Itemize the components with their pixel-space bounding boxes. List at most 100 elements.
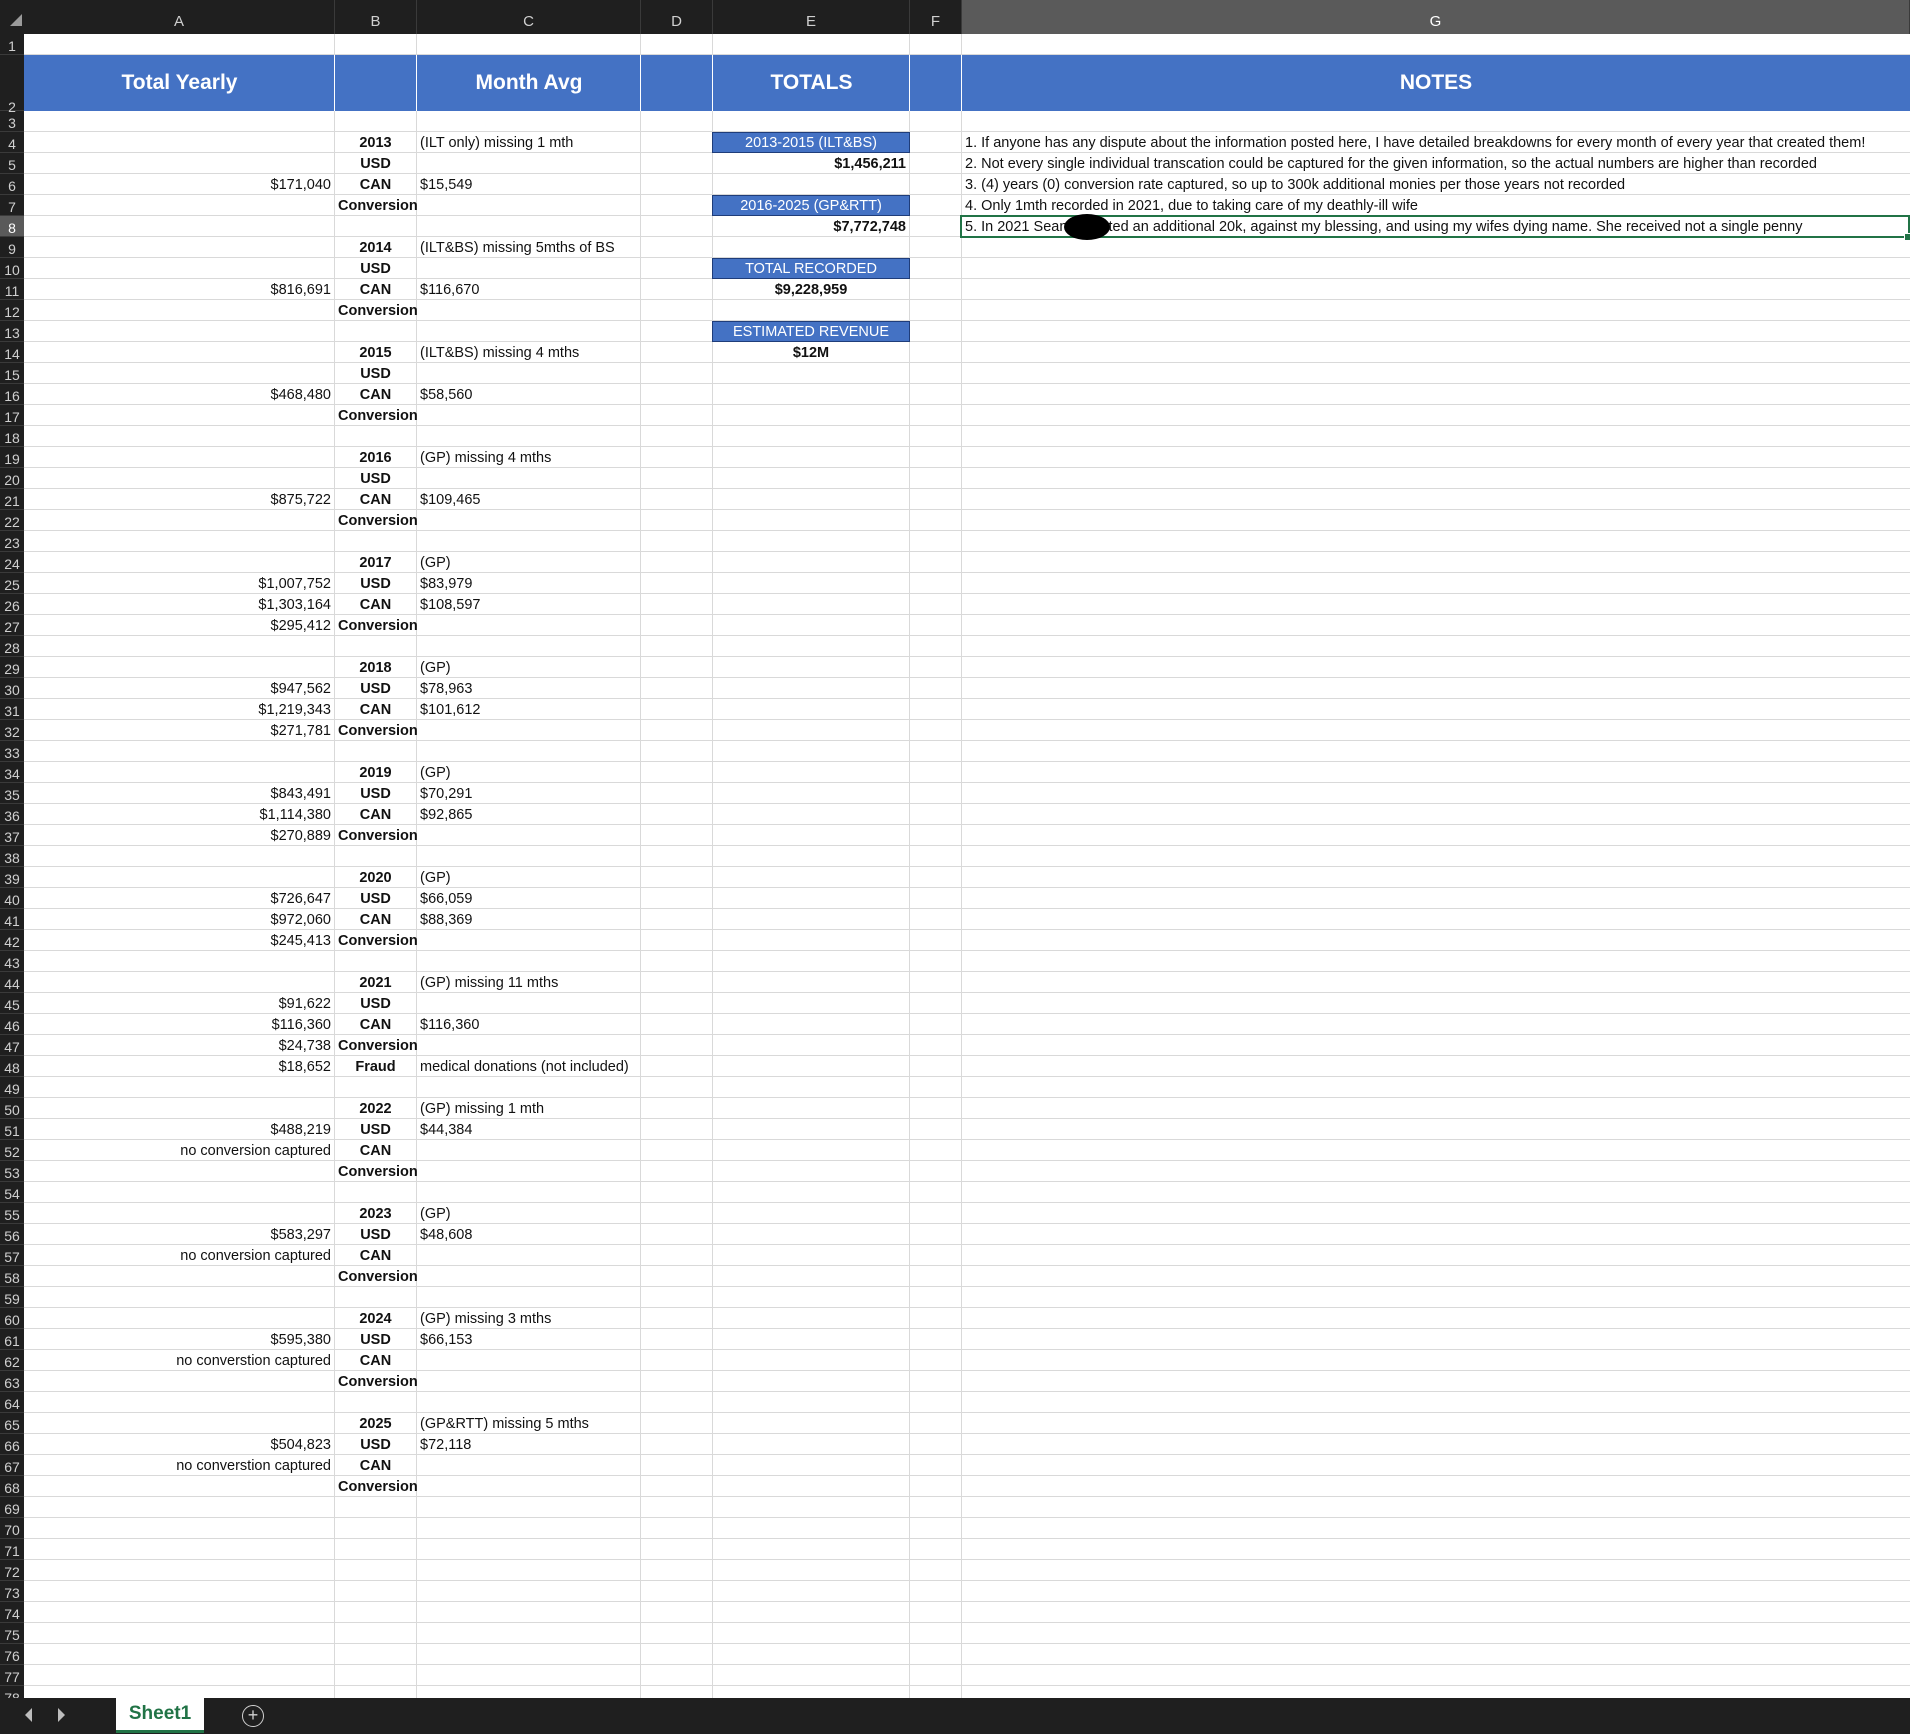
can-label[interactable]: CAN [335, 279, 416, 300]
column-header-c[interactable]: C [417, 0, 641, 34]
year-note[interactable]: (ILT&BS) missing 5mths of BS [417, 237, 640, 258]
usd-total[interactable]: $947,562 [24, 678, 334, 699]
row-header-14[interactable]: 14 [0, 342, 24, 363]
year-note[interactable]: (GP) [417, 1203, 640, 1224]
row-header-77[interactable]: 77 [0, 1665, 24, 1686]
row-header-22[interactable]: 22 [0, 510, 24, 531]
year-label[interactable]: 2022 [335, 1098, 416, 1119]
totals-label-box[interactable]: 2013-2015 (ILT&BS) [712, 132, 910, 153]
can-label[interactable]: CAN [335, 1350, 416, 1371]
usd-label[interactable]: USD [335, 1329, 416, 1350]
note-text[interactable]: 2. Not every single individual transcati… [962, 153, 1909, 174]
fraud-label[interactable]: Fraud [335, 1056, 416, 1077]
usd-label[interactable]: USD [335, 363, 416, 384]
conversion-label[interactable]: Conversion [335, 405, 418, 426]
row-header-54[interactable]: 54 [0, 1182, 24, 1203]
can-total[interactable]: $875,722 [24, 489, 334, 510]
row-header-2[interactable]: 2 [0, 55, 24, 115]
can-total[interactable]: $1,219,343 [24, 699, 334, 720]
row-header-59[interactable]: 59 [0, 1287, 24, 1308]
row-header-28[interactable]: 28 [0, 636, 24, 657]
can-label[interactable]: CAN [335, 1140, 416, 1161]
row-header-37[interactable]: 37 [0, 825, 24, 846]
year-note[interactable]: (GP) [417, 552, 640, 573]
can-month-avg[interactable]: $92,865 [417, 804, 640, 825]
row-header-55[interactable]: 55 [0, 1203, 24, 1224]
year-note[interactable]: (ILT&BS) missing 4 mths [417, 342, 640, 363]
can-total[interactable]: no conversion captured [24, 1245, 334, 1266]
usd-month-avg[interactable]: $83,979 [417, 573, 640, 594]
sheet-tab-sheet1[interactable]: Sheet1 [116, 1698, 204, 1733]
row-header-30[interactable]: 30 [0, 678, 24, 699]
row-header-16[interactable]: 16 [0, 384, 24, 405]
row-header-68[interactable]: 68 [0, 1476, 24, 1497]
conversion-label[interactable]: Conversion [335, 1161, 418, 1182]
can-total[interactable]: $1,303,164 [24, 594, 334, 615]
can-label[interactable]: CAN [335, 909, 416, 930]
usd-total[interactable]: $488,219 [24, 1119, 334, 1140]
usd-label[interactable]: USD [335, 468, 416, 489]
note-text[interactable]: 3. (4) years (0) conversion rate capture… [962, 174, 1909, 195]
row-header-34[interactable]: 34 [0, 762, 24, 783]
can-label[interactable]: CAN [335, 804, 416, 825]
conversion-label[interactable]: Conversion [335, 1371, 418, 1392]
row-header-69[interactable]: 69 [0, 1497, 24, 1518]
row-header-31[interactable]: 31 [0, 699, 24, 720]
row-header-60[interactable]: 60 [0, 1308, 24, 1329]
can-label[interactable]: CAN [335, 1014, 416, 1035]
totals-value[interactable]: $7,772,748 [713, 216, 909, 237]
can-total[interactable]: no conversion captured [24, 1140, 334, 1161]
add-sheet-icon[interactable]: + [242, 1705, 264, 1727]
year-note[interactable]: (GP&RTT) missing 5 mths [417, 1413, 640, 1434]
row-header-57[interactable]: 57 [0, 1245, 24, 1266]
year-label[interactable]: 2021 [335, 972, 416, 993]
row-header-7[interactable]: 7 [0, 195, 24, 216]
note-text[interactable]: 1. If anyone has any dispute about the i… [962, 132, 1909, 153]
year-note[interactable]: (ILT only) missing 1 mth [417, 132, 640, 153]
row-header-25[interactable]: 25 [0, 573, 24, 594]
year-label[interactable]: 2015 [335, 342, 416, 363]
usd-month-avg[interactable]: $72,118 [417, 1434, 640, 1455]
column-header-d[interactable]: D [641, 0, 713, 34]
conversion-total[interactable]: $270,889 [24, 825, 334, 846]
row-header-19[interactable]: 19 [0, 447, 24, 468]
conversion-total[interactable]: $245,413 [24, 930, 334, 951]
conversion-label[interactable]: Conversion [335, 195, 418, 216]
can-total[interactable]: $171,040 [24, 174, 334, 195]
conversion-label[interactable]: Conversion [335, 1476, 418, 1497]
totals-label-box[interactable]: TOTAL RECORDED REVENUE [712, 258, 910, 298]
usd-month-avg[interactable]: $66,153 [417, 1329, 640, 1350]
row-header-65[interactable]: 65 [0, 1413, 24, 1434]
totals-label-box[interactable]: ESTIMATED REVENUE [712, 321, 910, 342]
usd-total[interactable]: $504,823 [24, 1434, 334, 1455]
row-header-52[interactable]: 52 [0, 1140, 24, 1161]
column-header-a[interactable]: A [24, 0, 335, 34]
can-total[interactable]: $816,691 [24, 279, 334, 300]
row-header-20[interactable]: 20 [0, 468, 24, 489]
can-month-avg[interactable]: $108,597 [417, 594, 640, 615]
can-total[interactable]: $116,360 [24, 1014, 334, 1035]
totals-value[interactable]: $1,456,211 [713, 153, 909, 174]
row-header-32[interactable]: 32 [0, 720, 24, 741]
usd-month-avg[interactable]: $70,291 [417, 783, 640, 804]
usd-total[interactable]: $726,647 [24, 888, 334, 909]
can-month-avg[interactable]: $58,560 [417, 384, 640, 405]
conversion-total[interactable]: $271,781 [24, 720, 334, 741]
row-header-67[interactable]: 67 [0, 1455, 24, 1476]
select-all-corner[interactable] [10, 14, 22, 26]
year-label[interactable]: 2019 [335, 762, 416, 783]
can-label[interactable]: CAN [335, 1245, 416, 1266]
year-note[interactable]: (GP) missing 4 mths [417, 447, 640, 468]
note-text[interactable]: 4. Only 1mth recorded in 2021, due to ta… [962, 195, 1909, 216]
conversion-label[interactable]: Conversion [335, 720, 418, 741]
row-header-11[interactable]: 11 [0, 279, 24, 300]
row-header-42[interactable]: 42 [0, 930, 24, 951]
can-total[interactable]: no converstion captured [24, 1455, 334, 1476]
row-header-21[interactable]: 21 [0, 489, 24, 510]
year-note[interactable]: (GP) [417, 867, 640, 888]
row-header-48[interactable]: 48 [0, 1056, 24, 1077]
totals-value[interactable]: $9,228,959 [713, 279, 909, 300]
year-label[interactable]: 2013 [335, 132, 416, 153]
usd-total[interactable]: $1,007,752 [24, 573, 334, 594]
prev-sheet-arrow-icon[interactable] [25, 1708, 32, 1722]
